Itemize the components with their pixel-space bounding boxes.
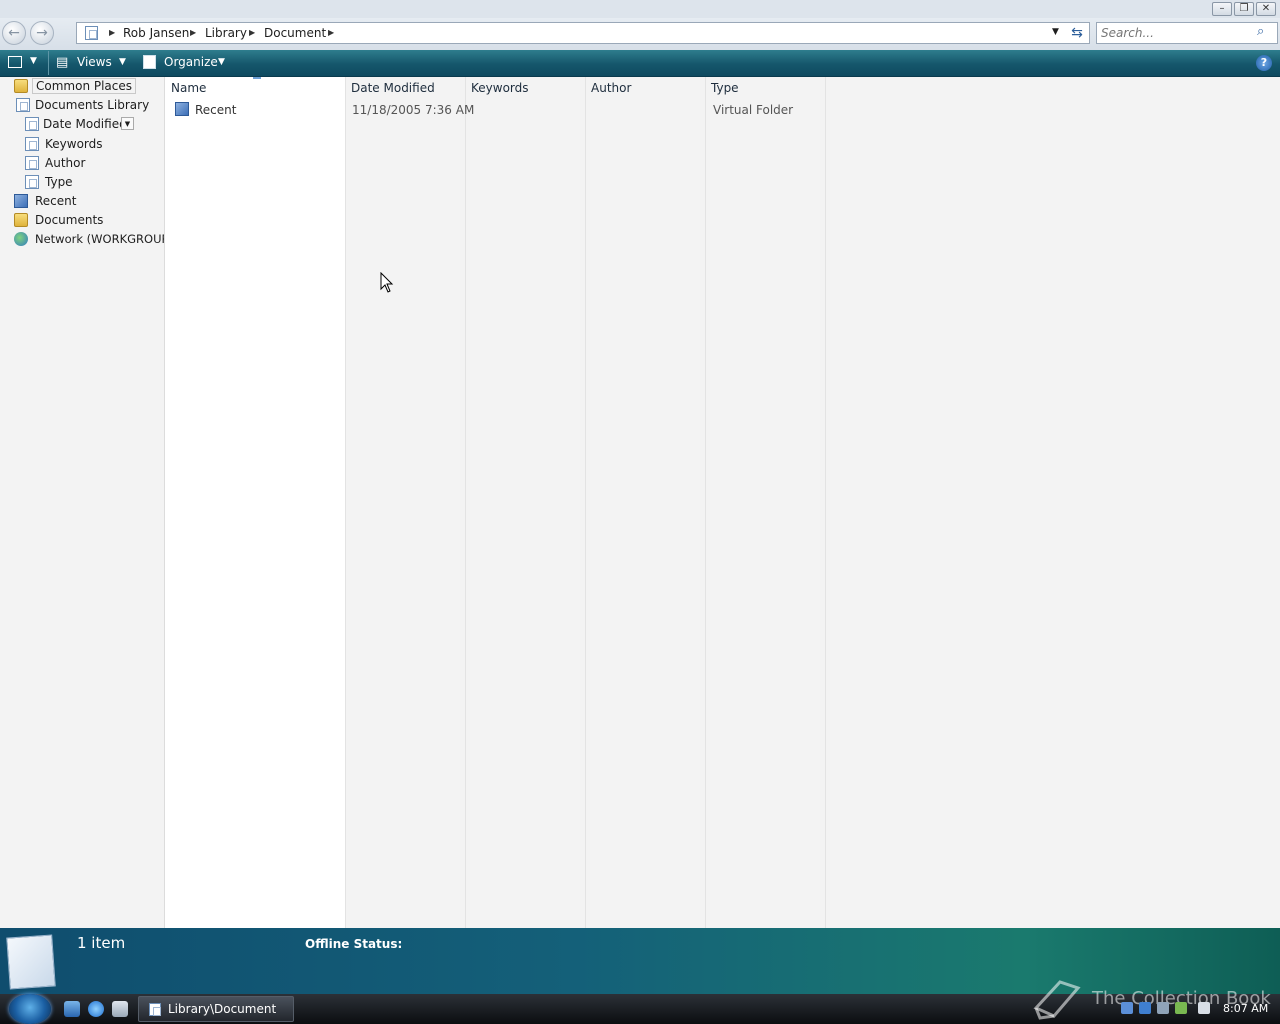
column-divider [345, 77, 346, 928]
toolbar-divider [48, 51, 49, 75]
minimize-button[interactable]: – [1212, 2, 1232, 16]
file-list[interactable]: Name Date Modified Keywords Author Type … [165, 77, 1280, 928]
nav-item-type[interactable]: Type [0, 173, 164, 192]
row-name: Recent [195, 103, 237, 117]
nav-item-documents-library[interactable]: Documents Library [0, 96, 164, 115]
offline-status-label: Offline Status: [305, 937, 403, 951]
document-icon [149, 1003, 161, 1016]
restore-button[interactable]: ❐ [1234, 2, 1254, 16]
document-icon [25, 156, 39, 170]
taskbar-window-button[interactable]: Library\Document [138, 996, 294, 1022]
views-dropdown-icon[interactable]: ▼ [119, 57, 126, 67]
nav-item-label: Recent [35, 194, 77, 208]
search-icon[interactable]: ⌕ [1257, 24, 1264, 39]
document-icon [25, 175, 39, 189]
column-header-keywords[interactable]: Keywords [471, 81, 529, 95]
tray-sync-icon[interactable] [1139, 1002, 1151, 1014]
nav-item-common-places[interactable]: Common Places [0, 77, 164, 96]
views-button[interactable]: Views [77, 55, 112, 69]
document-icon [25, 137, 39, 151]
taskbar-window-label: Library\Document [168, 1002, 277, 1016]
breadcrumb-document[interactable]: Document [264, 26, 326, 40]
layout-dropdown-icon[interactable]: ▼ [30, 56, 37, 66]
column-header-name[interactable]: Name [171, 81, 206, 95]
row-date-modified: 11/18/2005 7:36 AM [352, 103, 475, 117]
nav-item-label: Keywords [45, 137, 103, 151]
close-button[interactable]: ✕ [1256, 2, 1276, 16]
quick-launch-ie-icon[interactable] [88, 1001, 104, 1017]
document-icon [16, 98, 30, 112]
name-column-background [165, 77, 345, 928]
nav-item-label: Documents Library [35, 98, 150, 112]
nav-item-label: Type [45, 175, 73, 189]
navigation-pane: Common Places Documents Library Date Mod… [0, 77, 165, 928]
layout-icon[interactable] [8, 56, 22, 68]
folder-icon [14, 79, 28, 93]
organize-icon[interactable] [143, 55, 156, 69]
column-divider [465, 77, 466, 928]
address-folder-icon [85, 26, 98, 40]
title-bar [0, 0, 1280, 18]
nav-item-recent[interactable]: Recent [0, 192, 164, 211]
table-row[interactable]: Recent 11/18/2005 7:36 AM Virtual Folder [165, 99, 825, 119]
breadcrumb-library[interactable]: Library [205, 26, 247, 40]
nav-item-network[interactable]: Network (WORKGROUP [0, 230, 164, 249]
nav-item-author[interactable]: Author [0, 154, 164, 173]
recent-folder-icon [14, 194, 28, 208]
nav-item-label: Network (WORKGROUP [35, 232, 164, 246]
book-icon [1033, 980, 1081, 1020]
column-header-date-modified[interactable]: Date Modified [351, 81, 435, 95]
nav-item-documents[interactable]: Documents [0, 211, 164, 230]
recent-folder-icon [175, 102, 189, 116]
back-arrow-icon: ← [8, 25, 20, 41]
chevron-down-icon[interactable]: ▼ [121, 117, 134, 130]
breadcrumb-separator-icon[interactable]: ▶ [249, 28, 255, 37]
column-divider [825, 77, 826, 928]
tray-lock-icon[interactable] [1121, 1002, 1133, 1014]
item-count: 1 item [77, 934, 126, 952]
quick-launch-explorer-icon[interactable] [64, 1001, 80, 1017]
nav-item-label: Author [45, 156, 86, 170]
clock[interactable]: 8:07 AM [1223, 1002, 1268, 1015]
address-bar[interactable]: ▶ Rob Jansen ▶ Library ▶ Document ▶ ▼ [76, 22, 1090, 44]
start-button[interactable] [9, 994, 51, 1024]
refresh-icon[interactable]: ⇆ [1068, 24, 1086, 42]
network-icon [14, 232, 28, 246]
views-icon[interactable]: ▤ [56, 55, 68, 70]
help-button[interactable]: ? [1256, 55, 1272, 71]
row-type: Virtual Folder [713, 103, 794, 117]
forward-button[interactable]: → [30, 21, 54, 45]
mouse-cursor-icon [380, 272, 394, 293]
column-header-author[interactable]: Author [591, 81, 631, 95]
search-input[interactable] [1101, 25, 1251, 41]
nav-item-label: Common Places [32, 78, 137, 94]
forward-arrow-icon: → [36, 25, 48, 41]
nav-item-label: Date Modified [43, 117, 127, 131]
breadcrumb-separator-icon[interactable]: ▶ [328, 28, 334, 37]
tray-volume-icon[interactable] [1157, 1002, 1169, 1014]
breadcrumb-separator-icon[interactable]: ▶ [190, 28, 196, 37]
nav-item-label: Documents [35, 213, 104, 227]
breadcrumb-rob-jansen[interactable]: Rob Jansen [123, 26, 189, 40]
back-button[interactable]: ← [2, 21, 26, 45]
column-divider [585, 77, 586, 928]
breadcrumb-separator-icon[interactable]: ▶ [109, 28, 115, 37]
watermark: The Collection Book [1030, 978, 1271, 1022]
column-divider [705, 77, 706, 928]
organize-button[interactable]: Organize [164, 55, 218, 69]
quick-launch-desktop-icon[interactable] [112, 1001, 128, 1017]
sort-indicator-icon [253, 77, 261, 82]
column-header-type[interactable]: Type [711, 81, 739, 95]
folder-icon [14, 213, 28, 227]
nav-item-date-modified[interactable]: Date Modified ▼ [0, 115, 164, 134]
document-icon [25, 117, 39, 131]
document-thumbnail-icon [6, 934, 56, 990]
address-dropdown-icon[interactable]: ▼ [1052, 27, 1059, 37]
tray-network-icon[interactable] [1175, 1002, 1187, 1014]
nav-item-keywords[interactable]: Keywords [0, 135, 164, 154]
search-box[interactable]: ⌕ [1096, 22, 1278, 44]
organize-dropdown-icon[interactable]: ▼ [218, 57, 225, 67]
tray-monitor-icon[interactable] [1198, 1002, 1210, 1014]
